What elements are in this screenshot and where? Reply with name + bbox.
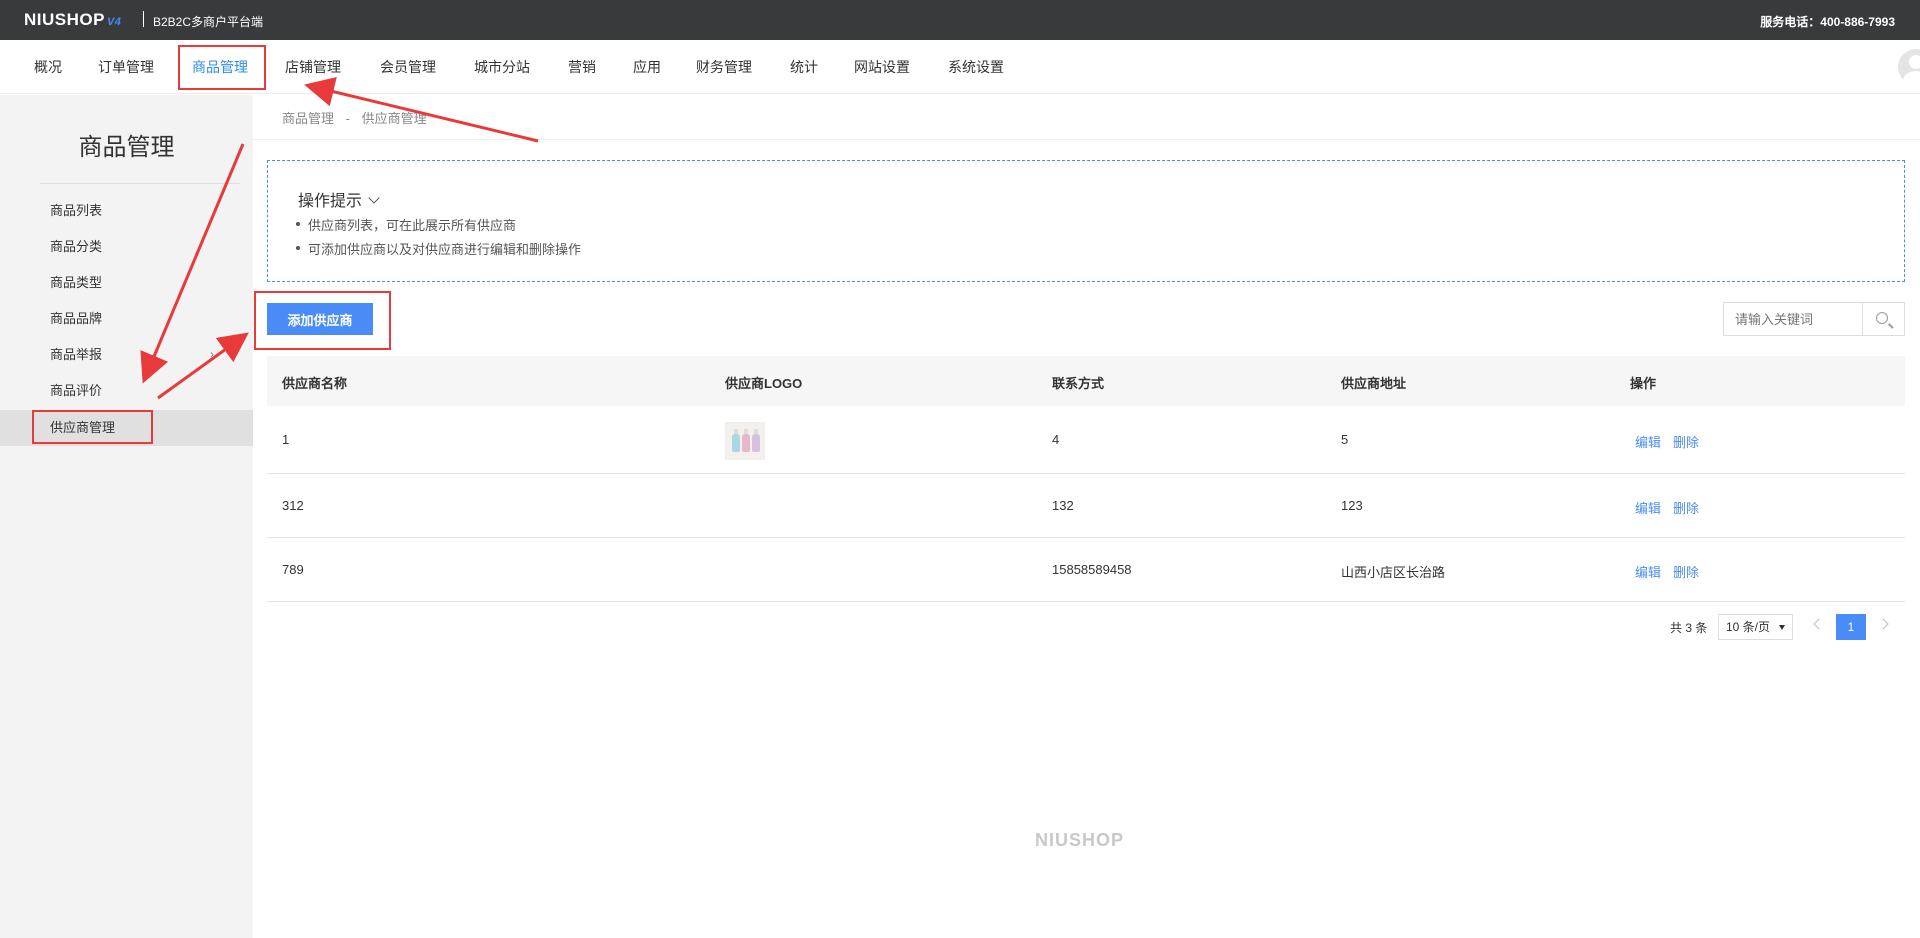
edit-link[interactable]: 编辑 — [1635, 432, 1661, 451]
nav-item-statistics[interactable]: 统计 — [790, 40, 818, 94]
nav-item-overview[interactable]: 概况 — [34, 40, 62, 94]
delete-link[interactable]: 删除 — [1673, 432, 1699, 451]
supplier-address: 山西小店区长治路 — [1341, 565, 1446, 580]
chevron-right-icon: › — [210, 347, 214, 361]
breadcrumb: 商品管理 - 供应商管理 — [282, 108, 427, 127]
tip-line: 可添加供应商以及对供应商进行编辑和删除操作 — [295, 239, 581, 258]
supplier-logo-image — [725, 422, 765, 460]
nav-item-members[interactable]: 会员管理 — [380, 40, 436, 94]
edit-link[interactable]: 编辑 — [1635, 498, 1661, 517]
page-size-select[interactable]: 10 条/页 — [1718, 614, 1793, 640]
platform-name: B2B2C多商户平台端 — [153, 15, 264, 29]
column-header-address: 供应商地址 — [1341, 376, 1407, 391]
nav-item-site-settings[interactable]: 网站设置 — [854, 40, 910, 94]
sidebar-active-highlight — [0, 410, 253, 446]
sidebar-item-goods-brand[interactable]: 商品品牌 — [50, 307, 102, 331]
nav-item-finance[interactable]: 财务管理 — [696, 40, 752, 94]
supplier-address: 5 — [1341, 432, 1349, 447]
next-page-icon[interactable] — [1877, 618, 1889, 630]
table-row: 1 4 5 编辑 删除 — [267, 406, 1905, 474]
caret-down-icon — [1779, 625, 1785, 630]
nav-item-system-settings[interactable]: 系统设置 — [948, 40, 1004, 94]
add-supplier-button[interactable]: 添加供应商 — [267, 303, 373, 335]
table-header: 供应商名称 供应商LOGO 联系方式 供应商地址 操作 — [267, 356, 1905, 406]
nav-item-orders[interactable]: 订单管理 — [98, 40, 154, 94]
main-nav: 概况 订单管理 商品管理 店铺管理 会员管理 城市分站 营销 应用 财务管理 统… — [0, 40, 1920, 94]
supplier-contact: 132 — [1052, 498, 1074, 513]
supplier-name: 789 — [282, 562, 304, 577]
supplier-name: 312 — [282, 498, 304, 513]
nav-item-apps[interactable]: 应用 — [633, 40, 661, 94]
supplier-contact: 4 — [1052, 432, 1060, 447]
sidebar-item-supplier-management[interactable]: 供应商管理 — [50, 416, 115, 440]
search-input[interactable] — [1724, 303, 1862, 335]
page-size-value: 10 条/页 — [1726, 620, 1771, 634]
table-row: 312 132 123 编辑 删除 — [267, 474, 1905, 538]
sidebar-title: 商品管理 — [78, 134, 175, 161]
edit-link[interactable]: 编辑 — [1635, 562, 1661, 581]
delete-link[interactable]: 删除 — [1673, 498, 1699, 517]
delete-link[interactable]: 删除 — [1673, 562, 1699, 581]
nav-item-goods[interactable]: 商品管理 — [192, 40, 248, 94]
page-number-button[interactable]: 1 — [1836, 614, 1866, 640]
column-header-contact: 联系方式 — [1052, 376, 1105, 391]
operation-tips: 操作提示 供应商列表，可在此展示所有供应商 可添加供应商以及对供应商进行编辑和删… — [267, 160, 1905, 282]
breadcrumb-current: 供应商管理 — [361, 111, 427, 126]
supplier-name: 1 — [282, 432, 290, 447]
sidebar-item-goods-type[interactable]: 商品类型 — [50, 271, 102, 295]
tips-title: 操作提示 — [298, 193, 363, 210]
column-header-name: 供应商名称 — [282, 376, 348, 391]
breadcrumb-divider — [253, 139, 1920, 140]
service-phone: 服务电话：400-886-7993 — [1760, 15, 1895, 29]
column-header-actions: 操作 — [1630, 376, 1657, 391]
tips-toggle[interactable]: 操作提示 — [298, 187, 380, 211]
footer-logo: NIUSHOP — [1035, 830, 1125, 850]
search-icon — [1876, 312, 1888, 324]
breadcrumb-parent[interactable]: 商品管理 — [282, 111, 334, 126]
sidebar-item-goods-category[interactable]: 商品分类 — [50, 235, 102, 259]
logo-divider — [143, 11, 144, 27]
niushop-logo[interactable]: NIUSHOP V4 — [24, 10, 121, 30]
sidebar-item-goods-review[interactable]: 商品评价 — [50, 379, 102, 403]
logo-text: NIUSHOP — [24, 10, 105, 29]
breadcrumb-separator: - — [345, 111, 350, 126]
sidebar-divider — [40, 183, 240, 184]
table-row: 789 15858589458 山西小店区长治路 编辑 删除 — [267, 538, 1905, 602]
sidebar-item-goods-list[interactable]: 商品列表 — [50, 199, 102, 223]
logo-version: V4 — [106, 16, 122, 28]
search-button[interactable] — [1862, 303, 1904, 335]
prev-page-icon[interactable] — [1813, 618, 1825, 630]
search-box — [1723, 302, 1905, 336]
nav-item-city-stations[interactable]: 城市分站 — [474, 40, 530, 94]
nav-item-shops[interactable]: 店铺管理 — [285, 40, 341, 94]
chevron-down-icon — [368, 192, 380, 204]
tip-line: 供应商列表，可在此展示所有供应商 — [295, 215, 516, 234]
avatar — [1898, 49, 1920, 85]
supplier-contact: 15858589458 — [1052, 562, 1132, 577]
top-bar: NIUSHOP V4 B2B2C多商户平台端 服务电话：400-886-7993 — [0, 0, 1920, 40]
sidebar-item-goods-report[interactable]: 商品举报 — [50, 343, 102, 367]
total-count: 共 3 条 — [1670, 621, 1708, 635]
column-header-logo: 供应商LOGO — [725, 376, 803, 391]
sidebar: 商品管理 商品列表 商品分类 商品类型 商品品牌 商品举报 › 商品评价 供应商… — [0, 95, 253, 938]
supplier-address: 123 — [1341, 498, 1363, 513]
nav-item-marketing[interactable]: 营销 — [568, 40, 596, 94]
